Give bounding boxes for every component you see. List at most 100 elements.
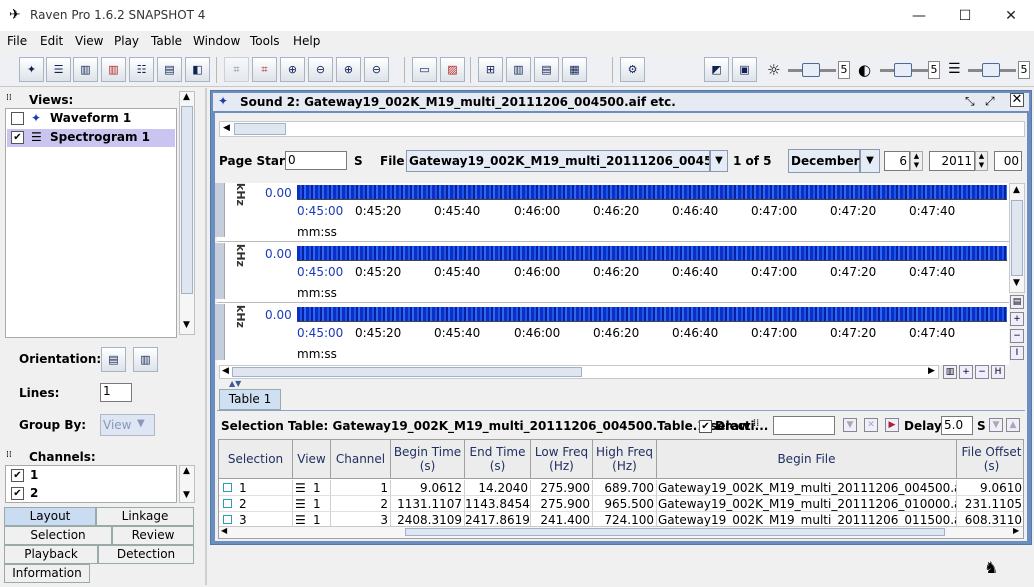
- selection-spectrum-button[interactable]: ▤: [157, 57, 182, 82]
- menu-play[interactable]: Play: [114, 34, 139, 48]
- play-selection-icon[interactable]: ▶: [885, 418, 899, 432]
- spectrum-view-button[interactable]: ▥: [73, 57, 98, 82]
- menu-window[interactable]: Window: [193, 34, 240, 48]
- view-checkbox-waveform[interactable]: [11, 112, 24, 125]
- zoom-out-vertical-button[interactable]: ⊖: [364, 57, 389, 82]
- column-header-end-time[interactable]: End Time (s): [465, 440, 531, 479]
- brightness-slider[interactable]: [788, 61, 836, 79]
- channel-checkbox-1[interactable]: ✔: [11, 469, 24, 482]
- page-start-input[interactable]: 0: [285, 151, 347, 170]
- view-checkbox-spectrogram[interactable]: ✔: [11, 131, 24, 144]
- selection-icon[interactable]: ✕: [864, 418, 878, 432]
- lines-slider[interactable]: [968, 61, 1016, 79]
- menu-file[interactable]: File: [7, 34, 27, 48]
- spectrum-slice-button[interactable]: ▥: [101, 57, 126, 82]
- column-header-selection[interactable]: Selection: [219, 440, 293, 479]
- column-header-channel[interactable]: Channel: [331, 440, 391, 479]
- splitter-arrows-icon[interactable]: ▲▼: [229, 379, 241, 388]
- step-up-icon[interactable]: ▲: [1006, 418, 1020, 432]
- column-header-file-offset[interactable]: File Offset (s): [957, 440, 1023, 479]
- file-select[interactable]: Gateway19_002K_M19_multi_20111206_004500…: [406, 150, 710, 172]
- vertical-scrollbar[interactable]: ▲ ▼: [1009, 183, 1025, 293]
- table-layout-button[interactable]: ▦: [562, 57, 587, 82]
- columns-icon[interactable]: ▥: [943, 365, 957, 379]
- zoom-to-all-button[interactable]: ⌗: [252, 57, 277, 82]
- column-header-begin-time[interactable]: Begin Time (s): [391, 440, 465, 479]
- lines-input[interactable]: 1: [100, 383, 132, 402]
- day-spinner[interactable]: ▲ ▼: [910, 151, 923, 171]
- menu-edit[interactable]: Edit: [40, 34, 63, 48]
- day-input[interactable]: 6: [884, 151, 910, 171]
- smoothing-button[interactable]: ▣: [732, 57, 757, 82]
- minus-icon[interactable]: −: [1010, 329, 1024, 343]
- zoom-to-selection-button[interactable]: ⌗: [224, 57, 249, 82]
- column-header-high-freq[interactable]: High Freq (Hz): [593, 440, 657, 479]
- rows-layout-button[interactable]: ▤: [534, 57, 559, 82]
- hour-input[interactable]: 00: [994, 151, 1022, 171]
- column-header-view[interactable]: View: [293, 440, 331, 479]
- zoom-in-vertical-button[interactable]: ⊕: [336, 57, 361, 82]
- menu-tools[interactable]: Tools: [250, 34, 280, 48]
- step-down-icon[interactable]: ▼: [989, 418, 1003, 432]
- horizontal-scrollbar[interactable]: ◀ ▶: [219, 365, 939, 379]
- channel-handle-3[interactable]: [215, 304, 225, 360]
- graph-button[interactable]: ▨: [440, 57, 465, 82]
- table-horizontal-scrollbar[interactable]: ◀ ▶: [219, 526, 1023, 538]
- channel-handle-1[interactable]: [215, 183, 225, 237]
- fit-vertical-icon[interactable]: I: [1010, 346, 1024, 360]
- zoom-in-vertical-icon[interactable]: ▤: [1010, 295, 1024, 309]
- spectrogram-view-button[interactable]: ☰: [46, 57, 71, 82]
- fit-horizontal-icon[interactable]: H: [991, 365, 1005, 379]
- chevron-down-icon[interactable]: ▼: [710, 150, 728, 172]
- minimize-frame-icon[interactable]: ⤡: [965, 94, 975, 109]
- spectrogram-band-3[interactable]: [297, 307, 1007, 321]
- month-select[interactable]: December: [788, 149, 860, 173]
- table-row[interactable]: 1 ☰ 1 1 9.0612 14.2040 275.900 689.700 Ga…: [219, 480, 1023, 496]
- tab-selection[interactable]: Selection: [4, 526, 112, 545]
- column-header-low-freq[interactable]: Low Freq (Hz): [531, 440, 593, 479]
- year-spinner[interactable]: ▲ ▼: [975, 151, 988, 171]
- orientation-vertical-button[interactable]: ▥: [133, 347, 158, 372]
- configure-button[interactable]: ⚙: [620, 57, 645, 82]
- channel-checkbox-2[interactable]: ✔: [11, 487, 24, 500]
- channels-scrollbar[interactable]: ▲ ▼: [179, 465, 195, 503]
- close-button[interactable]: ✕: [988, 0, 1034, 31]
- drag-handle-icon[interactable]: ⁞⁞: [6, 93, 12, 103]
- table-row[interactable]: 2 ☰ 1 2 1131.1107 1143.8454 275.900 965.5…: [219, 496, 1023, 512]
- view-button[interactable]: ▭: [412, 57, 437, 82]
- tab-information[interactable]: Information: [4, 564, 90, 583]
- waveform-view-button[interactable]: ✦: [19, 57, 44, 82]
- year-input[interactable]: 2011: [929, 151, 975, 171]
- groupby-select[interactable]: View ▼: [100, 414, 155, 436]
- spectrogram-band-2[interactable]: [297, 246, 1007, 260]
- grid-layout-button[interactable]: ⊞: [478, 57, 503, 82]
- channel-handle-2[interactable]: [215, 243, 225, 299]
- maximize-button[interactable]: ☐: [942, 0, 988, 31]
- plus-icon[interactable]: +: [959, 365, 973, 379]
- correlation-button[interactable]: ☷: [129, 57, 154, 82]
- drag-handle-icon[interactable]: ⁞⁞: [6, 450, 12, 460]
- grayscale-button[interactable]: ◩: [704, 57, 729, 82]
- maximize-frame-icon[interactable]: ⤢: [985, 94, 995, 109]
- zoom-in-button[interactable]: ⊕: [280, 57, 305, 82]
- panel-divider[interactable]: [205, 88, 207, 585]
- view-label-spectrogram[interactable]: Spectrogram 1: [50, 130, 150, 144]
- tab-table-1[interactable]: Table 1: [219, 389, 281, 410]
- tab-detection[interactable]: Detection: [98, 545, 194, 564]
- delay-input[interactable]: 5.0: [941, 416, 973, 435]
- tab-linkage[interactable]: Linkage: [96, 507, 194, 526]
- drag-handle-icon[interactable]: ⁞⁞: [753, 418, 759, 429]
- menu-table[interactable]: Table: [151, 34, 182, 48]
- tab-playback[interactable]: Playback: [4, 545, 98, 564]
- view-label-waveform[interactable]: Waveform 1: [50, 111, 131, 125]
- color-scheme-button[interactable]: ◧: [185, 57, 210, 82]
- close-frame-icon[interactable]: ✕: [1010, 93, 1024, 107]
- tab-layout[interactable]: Layout: [4, 507, 96, 526]
- menu-view[interactable]: View: [75, 34, 103, 48]
- menu-help[interactable]: Help: [293, 34, 320, 48]
- page-scrollbar[interactable]: ◀: [219, 121, 1025, 137]
- previous-selection-icon[interactable]: ▼: [843, 418, 857, 432]
- chevron-down-icon[interactable]: ▼: [860, 149, 880, 173]
- zoom-out-button[interactable]: ⊖: [308, 57, 333, 82]
- orientation-horizontal-button[interactable]: ▤: [101, 347, 126, 372]
